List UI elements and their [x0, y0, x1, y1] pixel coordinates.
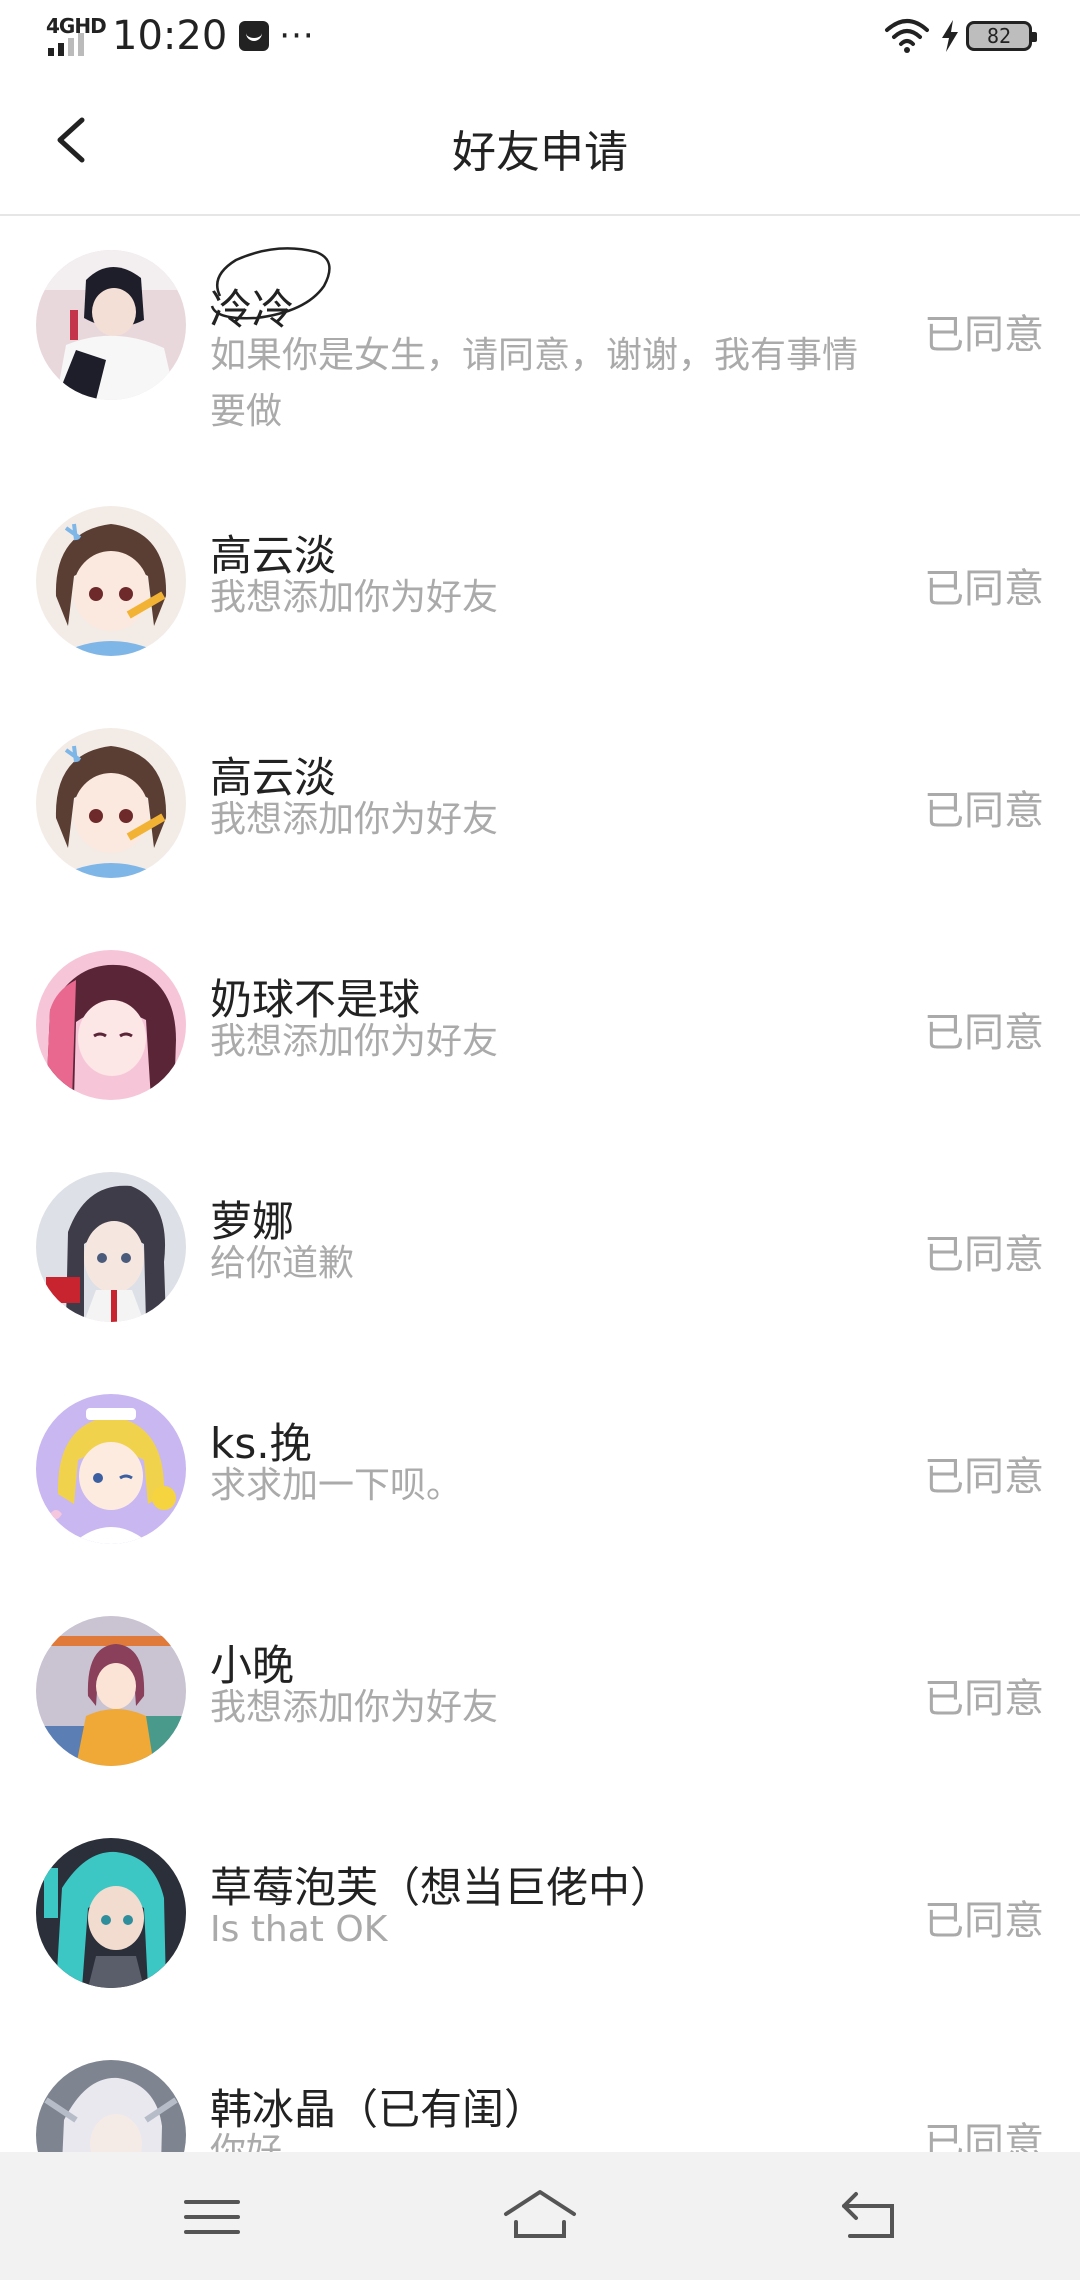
avatar[interactable]: [36, 506, 186, 656]
app-header: 好友申请: [0, 72, 1080, 216]
request-message: Is that OK: [210, 1909, 388, 1950]
friend-request-item[interactable]: 草莓泡芙（想当巨佬中） Is that OK 已同意: [0, 1804, 1080, 2026]
wifi-icon: [885, 19, 929, 53]
avatar[interactable]: [36, 250, 186, 400]
status-bar: 4GHD 10:20 ··· 82: [0, 0, 1080, 72]
request-message: 如果你是女生，请同意，谢谢，我有事情要做: [210, 335, 859, 432]
menu-icon[interactable]: [172, 2182, 252, 2252]
request-status: 已同意: [924, 1898, 1044, 1944]
request-status: 已同意: [924, 1010, 1044, 1056]
request-status: 已同意: [924, 2120, 1044, 2152]
friend-request-item[interactable]: 奶球不是球 我想添加你为好友 已同意: [0, 916, 1080, 1138]
avatar[interactable]: [36, 728, 186, 878]
request-message: 我想添加你为好友: [210, 1021, 499, 1062]
request-message: 你好: [210, 2131, 283, 2152]
friend-request-item[interactable]: 萝娜 给你道歉 已同意: [0, 1138, 1080, 1360]
avatar[interactable]: [36, 1394, 186, 1544]
request-message: 我想添加你为好友: [210, 577, 499, 618]
request-status: 已同意: [924, 1454, 1044, 1500]
avatar[interactable]: [36, 2060, 186, 2152]
request-status: 已同意: [924, 1232, 1044, 1278]
request-status: 已同意: [924, 788, 1044, 834]
page-title: 好友申请: [452, 127, 628, 178]
return-icon[interactable]: [830, 2182, 910, 2252]
friend-request-item[interactable]: ks.挽 求求加一下呗。 已同意: [0, 1360, 1080, 1582]
cellular-signal-icon: 4GHD: [46, 12, 107, 60]
avatar[interactable]: [36, 1172, 186, 1322]
home-icon[interactable]: [500, 2182, 580, 2252]
request-status: 已同意: [924, 312, 1044, 358]
avatar[interactable]: [36, 1838, 186, 1988]
more-notifications-indicator: ···: [279, 16, 315, 56]
friend-request-item[interactable]: 高云淡 我想添加你为好友 已同意: [0, 472, 1080, 694]
request-status: 已同意: [924, 1676, 1044, 1722]
battery-level: 82: [986, 24, 1012, 48]
request-message: 给你道歉: [210, 1243, 355, 1284]
request-message: 求求加一下呗。: [210, 1465, 463, 1506]
friend-request-item[interactable]: 韩冰晶（已有闺） 你好 已同意: [0, 2026, 1080, 2152]
avatar[interactable]: [36, 950, 186, 1100]
request-status: 已同意: [924, 566, 1044, 612]
friend-request-item[interactable]: 小晚 我想添加你为好友 已同意: [0, 1582, 1080, 1804]
avatar[interactable]: [36, 1616, 186, 1766]
friend-request-item[interactable]: 高云淡 我想添加你为好友 已同意: [0, 694, 1080, 916]
notification-icon: [239, 21, 270, 51]
friend-request-item[interactable]: 冷冷 如果你是女生，请同意，谢谢，我有事情要做 已同意: [0, 216, 1080, 472]
request-message: 我想添加你为好友: [210, 1687, 499, 1728]
system-navigation-bar: [0, 2152, 1080, 2280]
battery-icon: 82: [966, 21, 1037, 51]
request-message: 我想添加你为好友: [210, 799, 499, 840]
friend-request-list[interactable]: 冷冷 如果你是女生，请同意，谢谢，我有事情要做 已同意 高云淡 我想添加你为好友…: [0, 216, 1080, 2152]
charging-icon: [942, 20, 958, 52]
status-time: 10:20: [112, 13, 228, 59]
